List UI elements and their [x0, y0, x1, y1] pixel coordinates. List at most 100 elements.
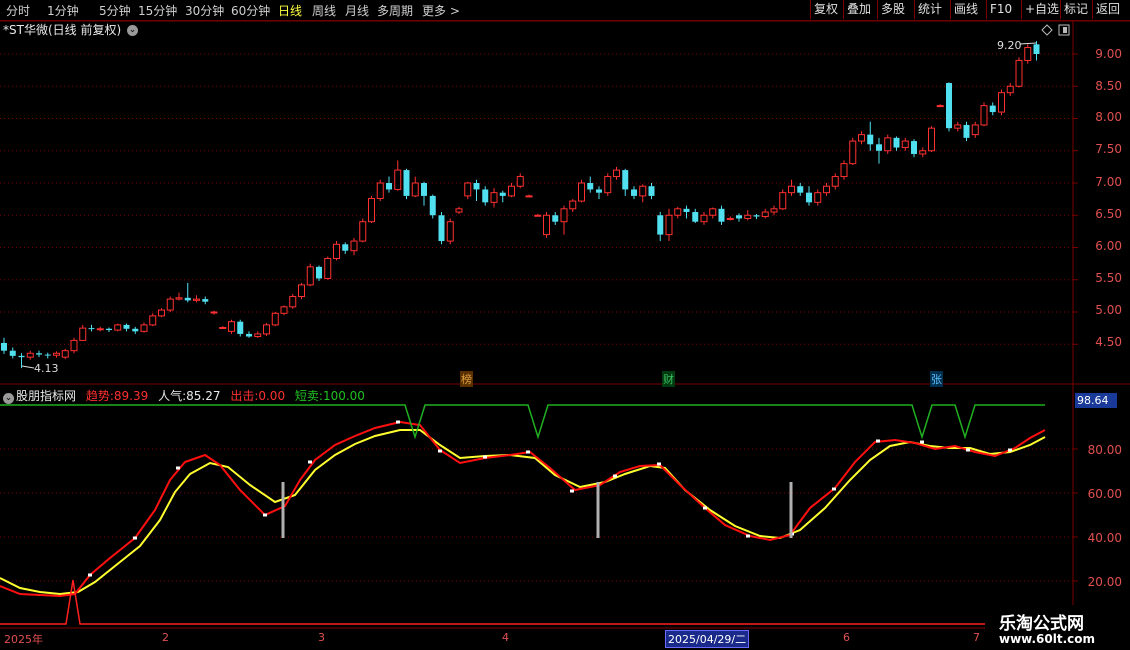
candle-body: [88, 328, 95, 330]
candle-body: [867, 134, 874, 145]
candle-body: [919, 150, 927, 155]
candle-body: [342, 244, 349, 251]
candle-body: [657, 215, 664, 235]
candle-body: [736, 215, 742, 219]
candle-body: [946, 83, 952, 129]
candle-body: [613, 169, 620, 178]
price-axis-label: 8.00: [1095, 110, 1122, 124]
indicator-axis-label: 20.00: [1087, 575, 1122, 589]
trend-marker: [263, 513, 267, 517]
candle-body: [123, 324, 130, 329]
candle-body: [324, 257, 332, 279]
candle-body: [237, 321, 244, 334]
candle-body: [464, 182, 472, 197]
candle-body: [858, 134, 865, 142]
candle-body: [9, 350, 16, 356]
candle-body: [884, 137, 892, 152]
candle-body: [438, 215, 445, 242]
candle-body: [823, 185, 830, 194]
candle-body: [1006, 85, 1014, 94]
candle-body: [70, 339, 78, 352]
candle-body: [989, 105, 996, 113]
trend-marker: [308, 460, 312, 464]
indicator-axis-label: 80.00: [1087, 443, 1122, 457]
candle-body: [350, 240, 358, 252]
candle-body: [271, 312, 279, 326]
candle-body: [316, 266, 322, 279]
event-tag[interactable]: 张: [930, 371, 943, 387]
candle-body: [421, 183, 427, 196]
pane-toggle-icon-fill: [1063, 27, 1067, 33]
candle-body: [665, 214, 673, 236]
chart-canvas[interactable]: 9.20 4.13: [0, 0, 1130, 650]
candle-body: [604, 176, 612, 194]
indicator-axis-label: 60.00: [1087, 487, 1122, 501]
candle-body: [963, 124, 970, 138]
trend-marker: [966, 448, 970, 452]
watermark-title: 乐淘公式网: [999, 614, 1084, 634]
trend-marker: [746, 534, 750, 538]
candle-body: [411, 182, 419, 197]
candle-body: [893, 137, 900, 148]
candle-body: [998, 92, 1005, 113]
candle-body: [726, 217, 734, 220]
trend-marker: [613, 474, 617, 478]
candle-body: [53, 352, 60, 356]
candle-body: [744, 214, 752, 219]
candle-body: [158, 309, 165, 317]
candle-body: [36, 353, 42, 355]
candle-body: [149, 315, 157, 326]
candle-body: [228, 321, 235, 332]
high-price-label: 9.20: [997, 39, 1022, 52]
price-axis-label: 4.50: [1095, 335, 1122, 349]
candle-body: [534, 214, 542, 217]
high-marker-line: [1019, 42, 1037, 45]
date-axis-label: 2: [162, 631, 169, 644]
candle-body: [114, 324, 122, 331]
candle-body: [911, 141, 917, 154]
candle-body: [193, 298, 200, 301]
candle-body: [96, 328, 104, 331]
candle-body: [499, 192, 506, 196]
price-axis-label: 6.00: [1095, 239, 1122, 253]
candle-body: [184, 297, 191, 301]
price-axis-label: 9.00: [1095, 47, 1122, 61]
candle-body: [1024, 47, 1032, 61]
candle-body: [709, 208, 717, 216]
candle-body: [770, 208, 778, 213]
candle-body: [901, 140, 909, 149]
candle-body: [359, 221, 367, 242]
cursor-date: 2025/04/29/二: [665, 630, 750, 648]
candle-body: [376, 182, 384, 199]
candle-body: [560, 208, 568, 223]
trend-marker: [703, 506, 707, 510]
candle-body: [971, 124, 979, 136]
date-axis-label: 6: [843, 631, 850, 644]
candle-body: [455, 208, 463, 213]
candle-body: [175, 297, 183, 300]
candle-body: [876, 144, 882, 151]
candle-body: [516, 176, 524, 187]
candle-body: [61, 350, 69, 358]
event-tag[interactable]: 财: [662, 371, 675, 387]
candle-body: [132, 328, 139, 332]
candle-body: [753, 215, 760, 217]
price-axis-label: 7.50: [1095, 142, 1122, 156]
out-signal-line: [0, 579, 1045, 625]
candle-body: [639, 185, 647, 197]
candle-body: [140, 324, 148, 332]
candle-body: [446, 221, 454, 242]
candle-body: [202, 299, 209, 302]
short-sell-line: [0, 404, 1045, 440]
candle-body: [806, 192, 812, 203]
candle-body: [429, 195, 436, 216]
event-tag[interactable]: 榜: [460, 371, 473, 387]
candle-body: [674, 208, 682, 216]
candle-body: [718, 208, 725, 222]
trend-marker: [483, 455, 487, 459]
candle-body: [490, 192, 498, 203]
candle-body: [761, 211, 769, 218]
trend-marker: [1008, 448, 1012, 452]
candle-body: [578, 182, 585, 202]
date-axis-label: 4: [502, 631, 509, 644]
